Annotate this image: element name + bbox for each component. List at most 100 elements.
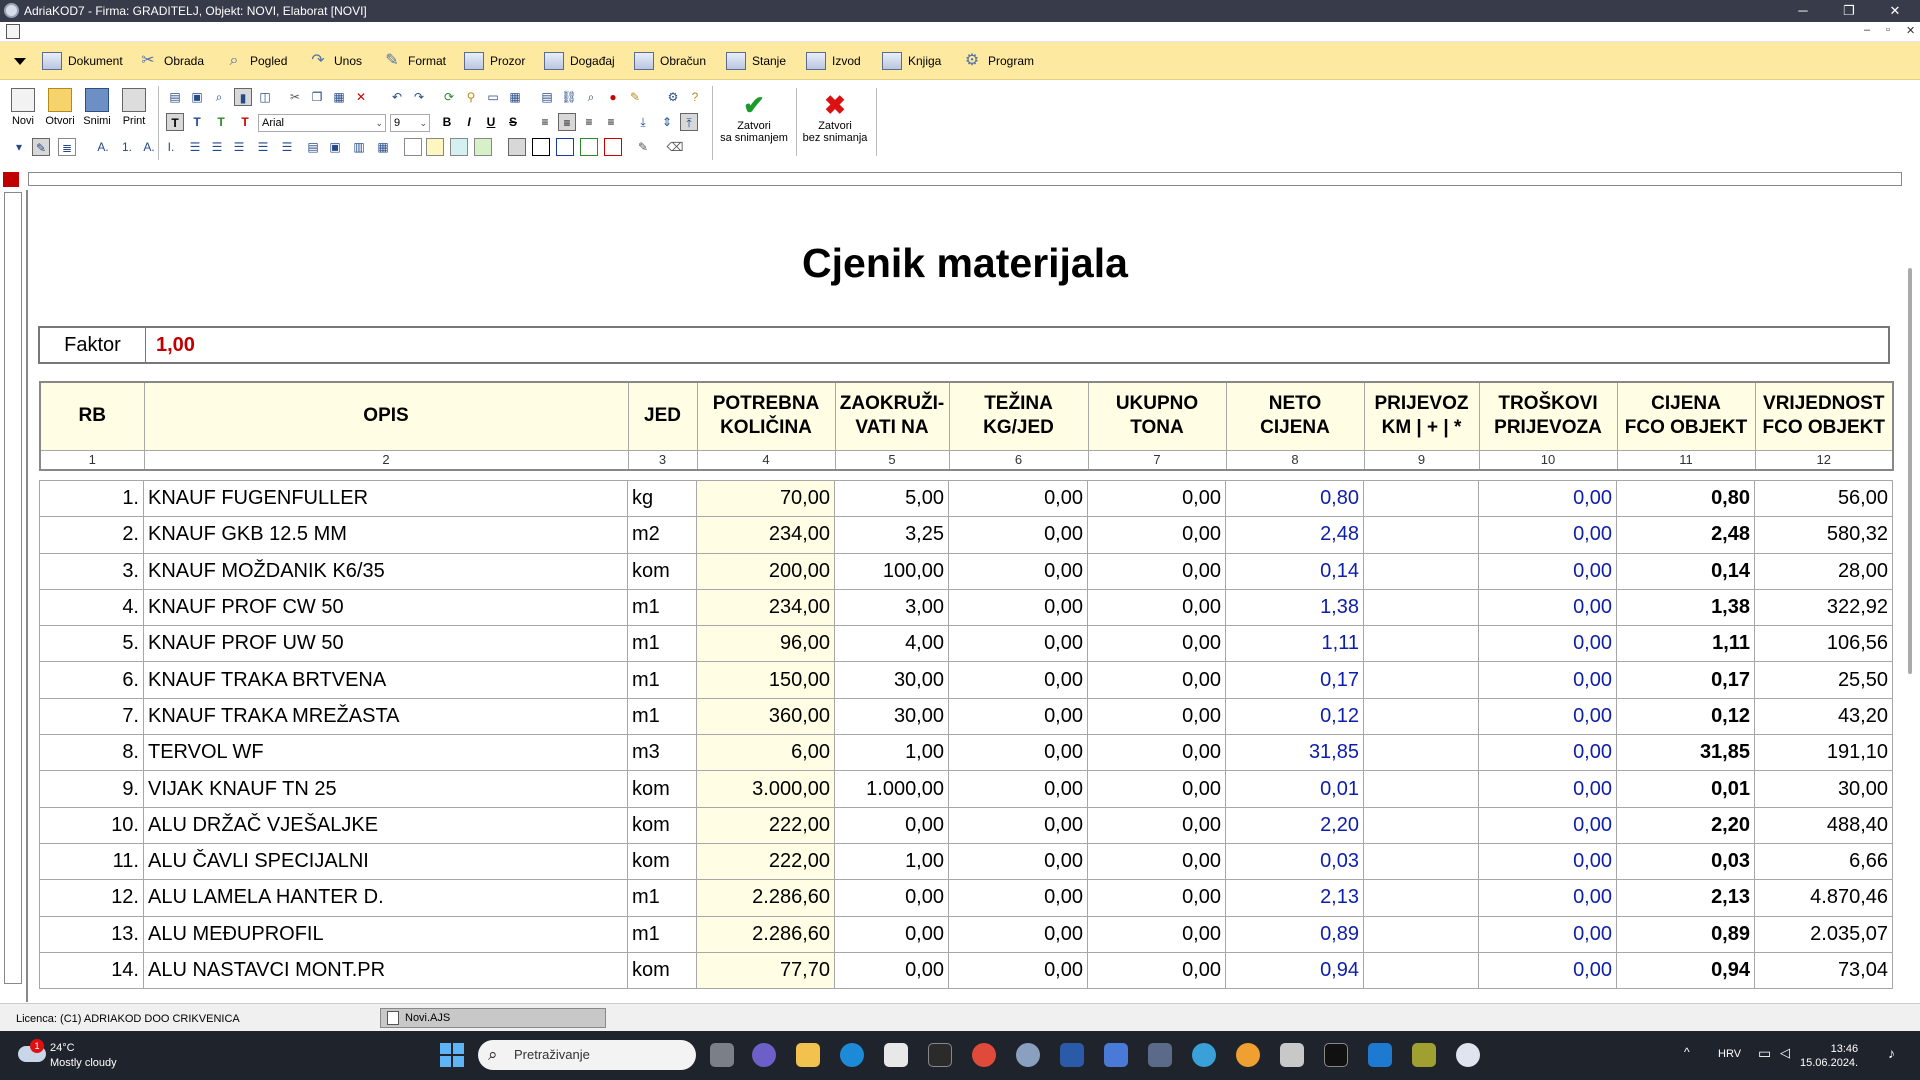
volume-icon[interactable]: ◁ — [1780, 1045, 1790, 1061]
table-cell[interactable]: 0,01 — [1225, 770, 1364, 808]
scrollbar-thumb[interactable] — [1908, 268, 1912, 674]
numbering-i-icon[interactable]: I. — [162, 138, 180, 156]
table-cell[interactable]: 0,00 — [948, 479, 1088, 518]
pen-icon[interactable]: ✎ — [634, 138, 652, 156]
factor-value[interactable]: 1,00 — [146, 334, 195, 357]
store-icon[interactable] — [884, 1043, 908, 1067]
table-cell[interactable]: 0,00 — [1478, 588, 1617, 627]
taskbar-search[interactable]: ⌕ Pretraživanje — [478, 1040, 696, 1070]
table-cell[interactable]: 3. — [39, 552, 144, 590]
numbering-small-a-icon[interactable]: A. — [140, 138, 158, 156]
table-cell[interactable] — [1363, 915, 1479, 953]
clock[interactable]: 13:46 15.06.2024. — [1800, 1042, 1858, 1070]
table-row[interactable]: 13. ALU MEĐUPROFIL m1 2.286,60 0,00 0,00 0,00 0… — [39, 915, 1893, 953]
settings-icon[interactable] — [1016, 1043, 1040, 1067]
table-cell[interactable]: KNAUF PROF UW 50 — [143, 625, 628, 663]
table-cell[interactable]: 0,00 — [1478, 842, 1617, 881]
table-cell[interactable]: 2,13 — [1225, 879, 1364, 917]
table-cell[interactable]: 6. — [39, 661, 144, 699]
table-cell[interactable]: 0,00 — [1478, 552, 1617, 590]
table-cell[interactable]: 0,03 — [1225, 842, 1364, 881]
table-cell[interactable]: 0,00 — [1478, 479, 1617, 518]
table-row[interactable]: 3. KNAUF MOŽDANIK K6/35 kom 200,00 100,00 0,0… — [39, 552, 1893, 590]
control-panel-icon[interactable] — [1060, 1043, 1084, 1067]
border-green-icon[interactable] — [580, 138, 598, 156]
adriakod-icon[interactable] — [1236, 1043, 1260, 1067]
table-cell[interactable]: 1,11 — [1616, 625, 1755, 663]
table-cell[interactable]: ALU LAMELA HANTER D. — [143, 879, 628, 917]
table-cell[interactable]: 4,00 — [834, 625, 949, 663]
table-cell[interactable]: 0,00 — [948, 770, 1088, 808]
table-row[interactable]: 11. ALU ČAVLI SPECIJALNI kom 222,00 1,00 0,00… — [39, 842, 1893, 881]
numbering-a-icon[interactable]: A. — [94, 138, 112, 156]
table-cell[interactable]: 222,00 — [696, 806, 835, 844]
search-doc-icon[interactable]: ⌕ — [582, 88, 600, 106]
insert-object-icon[interactable]: ▦ — [374, 138, 392, 156]
table-cell[interactable]: 322,92 — [1754, 588, 1893, 627]
windows-start-icon[interactable] — [440, 1043, 464, 1067]
menu-program[interactable]: ⚙ Program — [962, 50, 1034, 72]
calculator-icon[interactable] — [1280, 1043, 1304, 1067]
table-cell[interactable]: 0,00 — [1087, 697, 1226, 736]
table-cell[interactable]: m1 — [627, 625, 697, 663]
table-cell[interactable]: 0,14 — [1616, 552, 1755, 590]
table-cell[interactable]: 0,00 — [948, 915, 1088, 953]
strike-button[interactable]: S — [504, 113, 522, 131]
table-cell[interactable]: 150,00 — [696, 661, 835, 699]
table-cell[interactable]: 5. — [39, 625, 144, 663]
undo-icon[interactable]: ↶ — [388, 88, 406, 106]
table-cell[interactable]: 12. — [39, 879, 144, 917]
table-cell[interactable]: KNAUF TRAKA MREŽASTA — [143, 697, 628, 736]
network-icon[interactable]: ▭ — [1758, 1045, 1771, 1062]
table-cell[interactable]: KNAUF GKB 12.5 MM — [143, 516, 628, 554]
doc-minimize-button[interactable]: – — [1864, 24, 1870, 36]
table-cell[interactable]: 0,00 — [1478, 516, 1617, 554]
table-cell[interactable]: 30,00 — [1754, 770, 1893, 808]
table-row[interactable]: 4. KNAUF PROF CW 50 m1 234,00 3,00 0,00 0,00 1,… — [39, 588, 1893, 627]
stamp-icon[interactable]: ● — [604, 88, 622, 106]
table-cell[interactable]: 0,03 — [1616, 842, 1755, 881]
document-icon[interactable] — [6, 24, 20, 39]
adriakod-active-icon[interactable] — [1456, 1043, 1480, 1067]
table-cell[interactable]: 28,00 — [1754, 552, 1893, 590]
table-cell[interactable]: 234,00 — [696, 588, 835, 627]
table-cell[interactable]: 0,00 — [834, 915, 949, 953]
close-with-save-button[interactable]: ✔ Zatvori sa snimanjem — [718, 90, 790, 156]
table-cell[interactable]: 2,20 — [1225, 806, 1364, 844]
table-cell[interactable]: 0,00 — [1087, 516, 1226, 554]
table-cell[interactable]: 1. — [39, 479, 144, 518]
comment-icon[interactable]: ▾ — [10, 138, 28, 156]
table-row[interactable]: 10. ALU DRŽAČ VJEŠALJKE kom 222,00 0,00 0,00 0… — [39, 806, 1893, 844]
table-cell[interactable]: 0,17 — [1225, 661, 1364, 699]
redo-icon[interactable]: ↷ — [410, 88, 428, 106]
list-mode-icon[interactable]: ≣ — [58, 138, 76, 156]
insert-page-icon[interactable]: ▥ — [350, 138, 368, 156]
table-cell[interactable]: 2.286,60 — [696, 879, 835, 917]
table-cell[interactable] — [1363, 552, 1479, 590]
table-cell[interactable]: 0,00 — [1087, 734, 1226, 772]
grid-icon[interactable]: ▦ — [506, 88, 524, 106]
table-cell[interactable]: 8. — [39, 734, 144, 772]
menu-pogled[interactable]: ⌕ Pogled — [224, 50, 288, 72]
formula-bar[interactable] — [28, 172, 1902, 186]
table-cell[interactable]: 0,00 — [1478, 951, 1617, 990]
menu-format[interactable]: ✎ Format — [382, 50, 446, 72]
table-cell[interactable]: 1,38 — [1225, 588, 1364, 627]
menu-dropdown-arrow-icon[interactable] — [14, 58, 26, 65]
table-cell[interactable]: 14. — [39, 951, 144, 990]
table-cell[interactable]: m1 — [627, 588, 697, 627]
table-cell[interactable]: 1,00 — [834, 734, 949, 772]
table-cell[interactable]: 0,00 — [948, 697, 1088, 736]
teams-icon[interactable] — [752, 1043, 776, 1067]
table-cell[interactable]: KNAUF FUGENFULLER — [143, 479, 628, 518]
virtualbox-icon[interactable] — [1148, 1043, 1172, 1067]
table-cell[interactable]: 1,11 — [1225, 625, 1364, 663]
minimize-button[interactable]: ─ — [1780, 0, 1826, 22]
color-white-icon[interactable] — [404, 138, 422, 156]
table-cell[interactable]: 0,00 — [1478, 806, 1617, 844]
align-left-icon[interactable]: ≡ — [536, 113, 554, 131]
table-cell[interactable]: 2,20 — [1616, 806, 1755, 844]
chrome-icon[interactable] — [972, 1043, 996, 1067]
table-cell[interactable]: 488,40 — [1754, 806, 1893, 844]
table-cell[interactable]: 10. — [39, 806, 144, 844]
